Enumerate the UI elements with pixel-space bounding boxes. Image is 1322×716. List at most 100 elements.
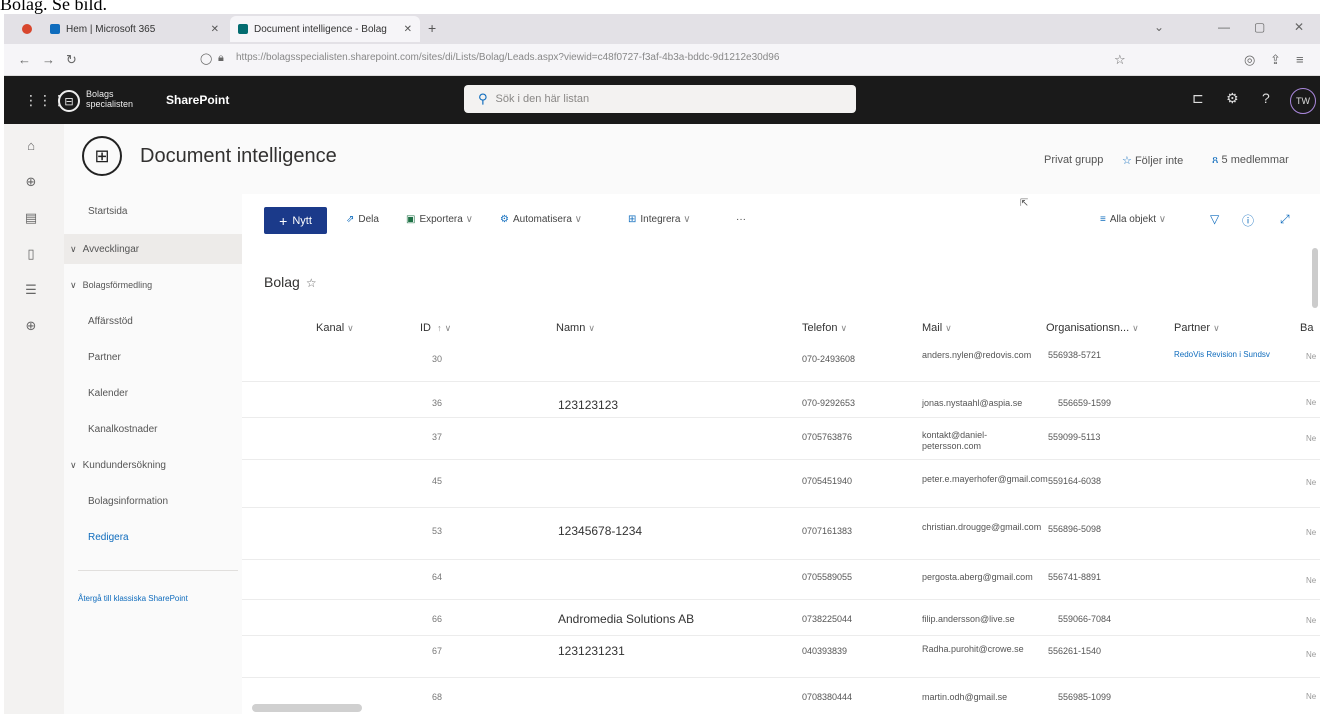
chevron-down-icon: ∨ (588, 323, 595, 333)
tab-document-intelligence[interactable]: Document intelligence - Bolag ✕ (230, 16, 420, 42)
table-row[interactable]: 53 12345678-1234 0707161383 christian.dr… (242, 508, 1320, 560)
tab-microsoft-365[interactable]: Hem | Microsoft 365 ✕ (42, 16, 227, 42)
column-telefon[interactable]: Telefon ∨ (802, 322, 847, 334)
export-label: Exportera (419, 214, 463, 225)
table-row[interactable]: 66 Andromedia Solutions AB 0738225044 fi… (242, 600, 1320, 636)
horizontal-scrollbar[interactable] (252, 704, 362, 712)
nav-classic-sharepoint[interactable]: Återgå till klassiska SharePoint (64, 590, 242, 606)
export-button[interactable]: ▣ Exportera ∨ (406, 214, 473, 225)
nav-kundundersokning[interactable]: ∨ Kundundersökning (64, 450, 242, 480)
cell-telefon: 040393839 (802, 646, 848, 656)
new-tab-icon[interactable]: + (428, 20, 436, 36)
back-icon[interactable]: ← (18, 52, 31, 67)
close-tab-icon[interactable]: ✕ (211, 24, 219, 35)
chevron-down-icon[interactable]: ∨ (70, 460, 77, 471)
new-button[interactable]: + Nytt (264, 207, 327, 234)
news-icon[interactable]: ▤ (22, 210, 40, 226)
table-row[interactable]: 36 123123123 070-9292653 jonas.nystaahl@… (242, 382, 1320, 418)
chevron-down-icon: ∨ (840, 323, 848, 333)
create-icon[interactable]: ⊕ (22, 318, 40, 334)
column-id[interactable]: ID ↑ ∨ (420, 322, 451, 334)
table-row[interactable]: 67 1231231231 040393839 Radha.purohit@cr… (242, 636, 1320, 678)
feedback-icon[interactable]: ⊏ (1192, 90, 1204, 107)
automate-button[interactable]: ⚙ Automatisera ∨ (500, 214, 582, 225)
column-kanal[interactable]: Kanal ∨ (316, 322, 354, 334)
column-partner[interactable]: Partner ∨ (1174, 322, 1220, 334)
table-row[interactable]: 45 0705451940 peter.e.mayerhofer@gmail.c… (242, 460, 1320, 508)
forward-icon[interactable]: → (42, 52, 55, 67)
bookmark-star-icon[interactable]: ☆ (1114, 52, 1126, 68)
view-lines-icon: ≡ (1100, 214, 1106, 225)
lists-icon[interactable]: ☰ (22, 282, 40, 298)
column-label: Namn (556, 322, 586, 334)
table-row[interactable]: 64 0705589055 pergosta.aberg@gmail.com 5… (242, 560, 1320, 600)
chevron-down-icon[interactable]: ∨ (70, 280, 77, 291)
nav-bolagsinformation[interactable]: Bolagsinformation (64, 486, 242, 516)
nav-redigera[interactable]: Redigera (64, 522, 242, 552)
nav-partner[interactable]: Partner (64, 342, 242, 372)
extensions-icon[interactable]: ⇪ (1270, 52, 1281, 68)
list-title-text: Bolag (264, 274, 300, 290)
cell-telefon: 070-9292653 (802, 398, 856, 408)
sharepoint-link[interactable]: SharePoint (166, 93, 229, 107)
tab-list-icon[interactable]: ⌄ (1154, 20, 1164, 34)
company-logo-icon[interactable]: ⊟ (58, 90, 80, 112)
url-field[interactable]: https://bolagsspecialisten.sharepoint.co… (236, 52, 779, 63)
lock-icon[interactable]: 🔒︎ (218, 52, 224, 65)
view-selector[interactable]: ≡ Alla objekt ∨ (1100, 214, 1166, 225)
cell-telefon: 0705451940 (802, 476, 853, 486)
close-window-icon[interactable]: ✕ (1294, 20, 1304, 34)
nav-bolagsformedling[interactable]: ∨ Bolagsförmedling (64, 270, 242, 300)
files-icon[interactable]: ▯ (22, 246, 40, 262)
info-icon[interactable]: ⓘ (1242, 212, 1254, 229)
chevron-down-icon: ∨ (683, 214, 691, 225)
globe-icon[interactable]: ⊕ (22, 174, 40, 190)
reload-icon[interactable]: ↻ (66, 52, 77, 68)
filter-icon[interactable]: ▽ (1210, 212, 1219, 226)
vertical-scrollbar[interactable] (1312, 248, 1318, 308)
avatar[interactable]: TW (1290, 88, 1316, 114)
column-mail[interactable]: Mail ∨ (922, 322, 952, 334)
favorite-star-icon[interactable]: ☆ (306, 276, 317, 290)
company-brand[interactable]: Bolags specialisten (86, 89, 133, 109)
nav-avvecklingar[interactable]: ∨ Avvecklingar (64, 234, 242, 264)
column-ba[interactable]: Ba (1300, 322, 1313, 334)
cell-ba: Ne (1306, 576, 1317, 585)
site-logo-icon[interactable]: ⊞ (82, 136, 122, 176)
chevron-down-icon[interactable]: ∨ (70, 244, 77, 255)
more-button[interactable]: ··· (736, 214, 746, 225)
close-tab-icon[interactable]: ✕ (404, 24, 412, 35)
table-row[interactable]: 37 0705763876 kontakt@daniel-petersson.c… (242, 418, 1320, 460)
home-icon[interactable]: ⌂ (22, 138, 40, 153)
nav-kanalkostnader[interactable]: Kanalkostnader (64, 414, 242, 444)
cell-telefon: 0708380444 (802, 692, 853, 702)
settings-gear-icon[interactable]: ⚙ (1226, 90, 1239, 107)
integrate-button[interactable]: ⊞ Integrera ∨ (628, 214, 691, 225)
pocket-icon[interactable]: ◎ (1244, 52, 1255, 68)
cell-ba: Ne (1306, 398, 1317, 407)
site-title[interactable]: Document intelligence (140, 145, 337, 168)
members-button[interactable]: ጸ 5 medlemmar (1212, 154, 1289, 167)
expand-icon[interactable]: ⤢ (1280, 212, 1290, 227)
nav-startsida[interactable]: Startsida (64, 196, 242, 226)
share-label: Dela (358, 214, 379, 225)
shield-icon[interactable]: ◯ (200, 52, 212, 65)
nav-kalender[interactable]: Kalender (64, 378, 242, 408)
share-button[interactable]: ⇗ Dela (346, 214, 379, 225)
list-title[interactable]: Bolag ☆ (264, 274, 317, 290)
cell-partner-link[interactable]: RedoVis Revision i Sundsv (1174, 350, 1302, 359)
cell-telefon: 0705763876 (802, 432, 853, 442)
menu-icon[interactable]: ≡ (1296, 52, 1304, 67)
cell-mail: kontakt@daniel-petersson.com (922, 430, 988, 451)
table-row[interactable]: 30 070-2493608 anders.nylen@redovis.com … (242, 338, 1320, 382)
column-label: Partner (1174, 322, 1211, 334)
column-organisationsnummer[interactable]: Organisationsn... ∨ (1046, 322, 1139, 334)
help-icon[interactable]: ? (1262, 90, 1270, 106)
nav-affarsstod[interactable]: Affärsstöd (64, 306, 242, 336)
maximize-icon[interactable]: ▢ (1254, 20, 1265, 34)
column-namn[interactable]: Namn ∨ (556, 322, 595, 334)
table-row[interactable]: 68 0708380444 martin.odh@gmail.se 556985… (242, 678, 1320, 714)
follow-button[interactable]: ☆ Följer inte (1122, 154, 1183, 167)
search-input[interactable]: ⚲ Sök i den här listan (464, 85, 856, 113)
minimize-icon[interactable]: — (1218, 20, 1230, 34)
